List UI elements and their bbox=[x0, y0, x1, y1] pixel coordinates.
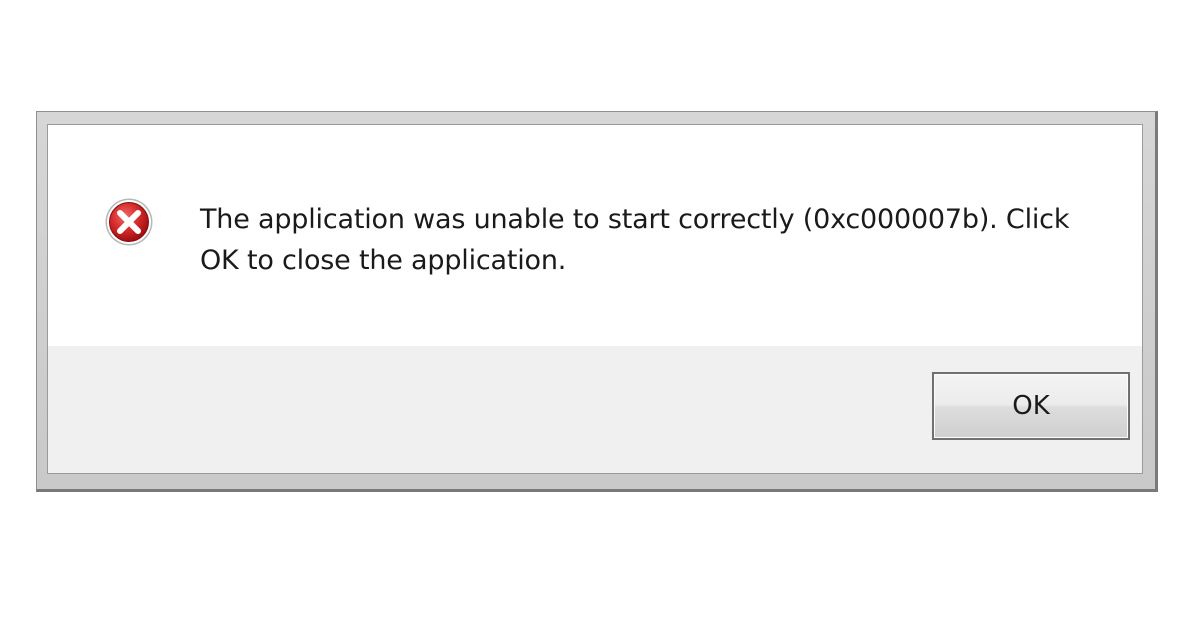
dialog-content: The application was unable to start corr… bbox=[47, 124, 1143, 474]
ok-button[interactable]: OK bbox=[932, 372, 1130, 440]
message-area: The application was unable to start corr… bbox=[48, 125, 1142, 346]
button-bar: OK bbox=[48, 346, 1142, 473]
error-dialog: The application was unable to start corr… bbox=[36, 111, 1158, 492]
error-message: The application was unable to start corr… bbox=[200, 204, 1070, 276]
error-icon bbox=[104, 197, 154, 247]
